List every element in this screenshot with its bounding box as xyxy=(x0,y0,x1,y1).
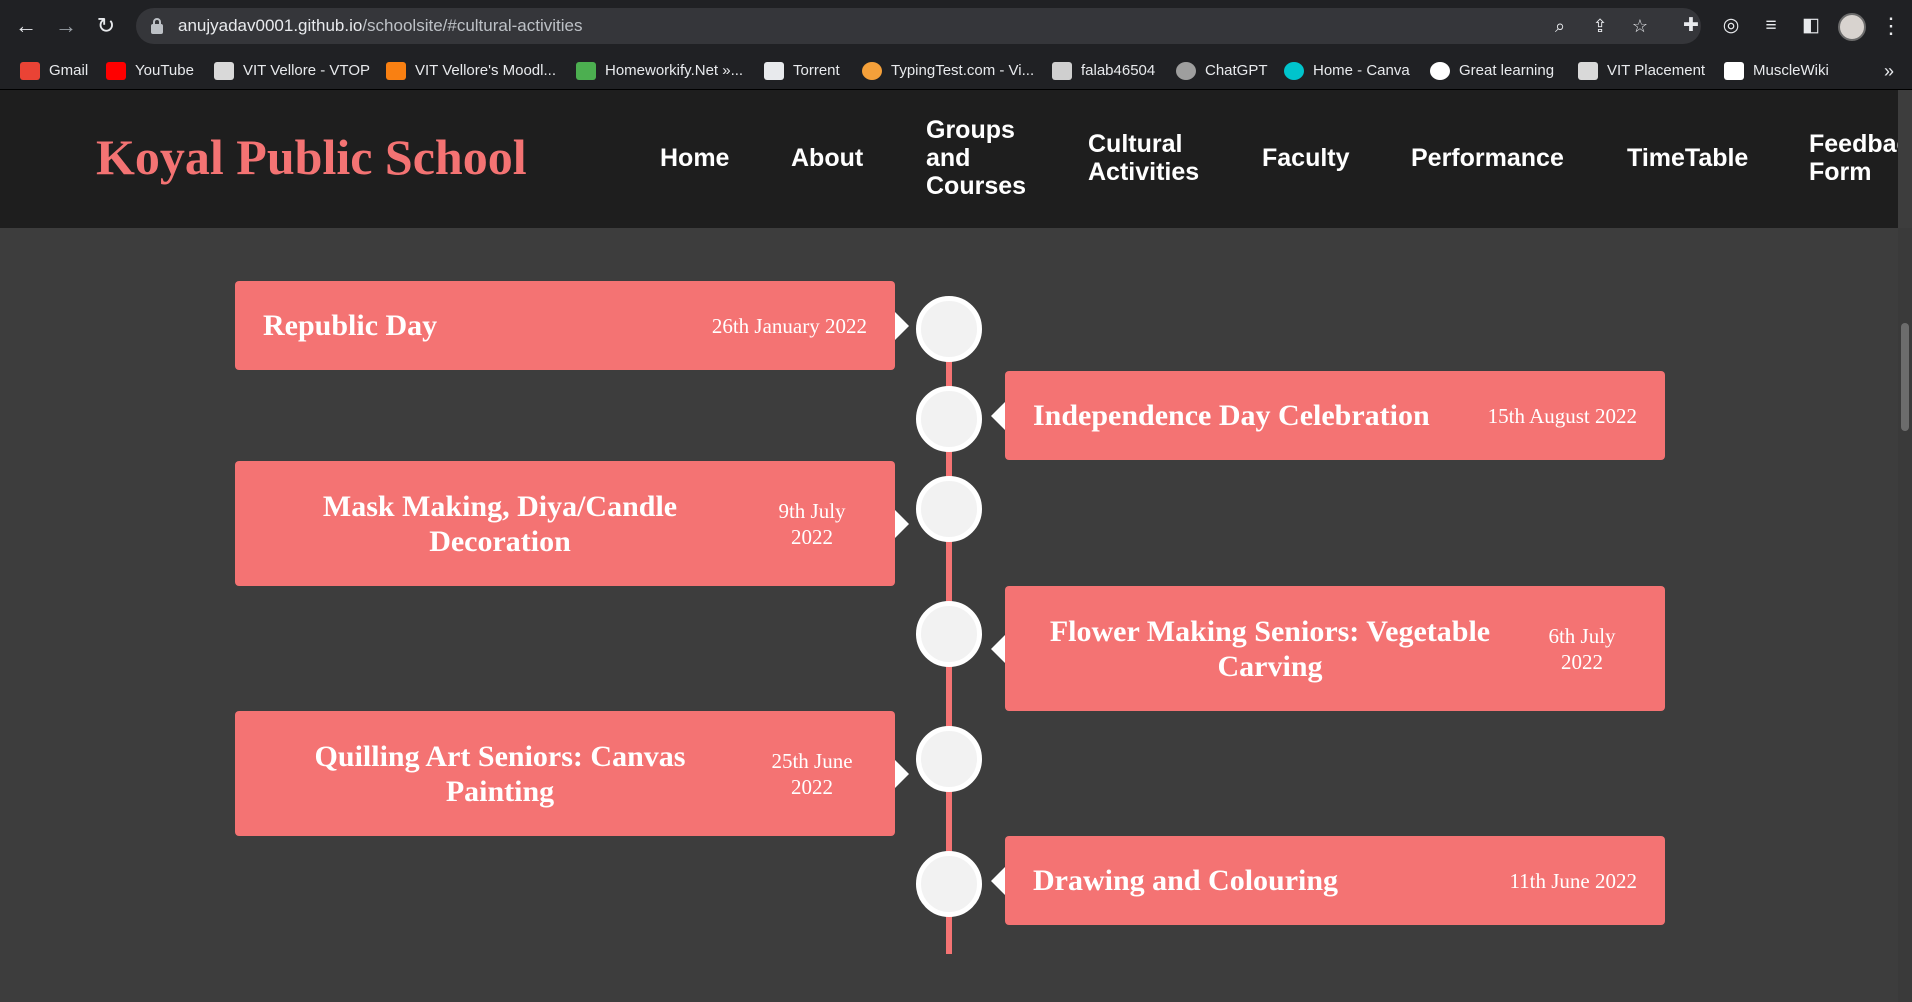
url-host: anujyadav0001.github.io xyxy=(178,16,363,35)
event-title: Drawing and Colouring xyxy=(1033,864,1339,897)
moodle-icon xyxy=(386,62,406,80)
bookmark-torrent[interactable]: Torrent xyxy=(764,52,840,90)
bookmark-gmail[interactable]: Gmail xyxy=(20,52,88,90)
extension-icon[interactable]: ◎ xyxy=(1718,13,1744,39)
event-date: 6th July 2022 xyxy=(1548,623,1616,674)
nav-faculty[interactable]: Faculty xyxy=(1262,144,1350,172)
bookmark-vit-placement[interactable]: VIT Placement xyxy=(1578,52,1705,90)
nav-about[interactable]: About xyxy=(791,144,863,172)
document-icon xyxy=(1052,62,1072,80)
bookmark-homeworkify[interactable]: Homeworkify.Net »... xyxy=(576,52,743,90)
bookmark-canva[interactable]: Home - Canva xyxy=(1284,52,1410,90)
card-pointer xyxy=(991,866,1005,895)
timeline-card: Republic Day 26th January 2022 xyxy=(235,281,909,370)
side-panel-icon[interactable]: ◧ xyxy=(1798,13,1824,39)
timeline-card: Independence Day Celebration 15th August… xyxy=(991,371,1665,460)
timeline-node xyxy=(916,296,982,362)
reload-icon[interactable]: ↻ xyxy=(92,12,120,40)
event-title: Republic Day xyxy=(263,309,438,342)
musclewiki-icon xyxy=(1724,62,1744,80)
timeline-node xyxy=(916,851,982,917)
back-arrow-icon[interactable]: ← xyxy=(12,12,40,40)
event-date: 25th June 2022 xyxy=(771,748,853,799)
nav-feedback-form[interactable]: Feedback Form xyxy=(1809,130,1898,186)
event-date: 15th August 2022 xyxy=(1487,403,1637,428)
forward-arrow-icon[interactable]: → xyxy=(52,12,80,40)
timeline-node xyxy=(916,476,982,542)
card-pointer xyxy=(991,401,1005,430)
typingtest-icon xyxy=(862,62,882,80)
bookmark-vtop[interactable]: VIT Vellore - VTOP xyxy=(214,52,370,90)
google-icon xyxy=(1430,62,1450,80)
address-bar[interactable]: anujyadav0001.github.io/schoolsite/#cult… xyxy=(136,8,1701,44)
extensions-puzzle-icon[interactable]: ✚ xyxy=(1678,13,1704,39)
scrollbar-thumb[interactable] xyxy=(1901,323,1909,431)
bookmark-great-learning[interactable]: Great learning xyxy=(1430,52,1554,90)
bookmark-youtube[interactable]: YouTube xyxy=(106,52,194,90)
event-date: 26th January 2022 xyxy=(711,313,867,338)
bookmark-chatgpt[interactable]: ChatGPT xyxy=(1176,52,1268,90)
torrent-icon xyxy=(764,62,784,80)
bookmarks-overflow-icon[interactable]: » xyxy=(1884,52,1894,90)
url-path: /schoolsite/#cultural-activities xyxy=(362,16,583,35)
timeline-card: Quilling Art Seniors: Canvas Painting 25… xyxy=(235,711,909,836)
timeline-card: Flower Making Seniors: Vegetable Carving… xyxy=(991,586,1665,711)
zoom-icon[interactable]: ⌕ xyxy=(1548,14,1572,38)
homeworkify-icon xyxy=(576,62,596,80)
site-header: Koyal Public School Home About Groups an… xyxy=(0,90,1898,228)
canva-icon xyxy=(1284,62,1304,80)
nav-performance[interactable]: Performance xyxy=(1411,144,1564,172)
event-title: Mask Making, Diya/Candle Decoration xyxy=(322,489,678,558)
timeline-node xyxy=(916,386,982,452)
youtube-icon xyxy=(106,62,126,80)
nav-groups-and-courses[interactable]: Groups and Courses xyxy=(926,116,1046,200)
bookmark-musclewiki[interactable]: MuscleWiki xyxy=(1724,52,1829,90)
bookmark-falab[interactable]: falab46504 xyxy=(1052,52,1155,90)
lock-icon xyxy=(151,18,163,34)
gmail-icon xyxy=(20,62,40,80)
event-date: 9th July 2022 xyxy=(778,498,846,549)
chatgpt-icon xyxy=(1176,62,1196,80)
card-pointer xyxy=(895,509,909,538)
timeline-node xyxy=(916,601,982,667)
timeline-card: Mask Making, Diya/Candle Decoration 9th … xyxy=(235,461,909,586)
site-logo[interactable]: Koyal Public School xyxy=(96,128,527,186)
profile-avatar[interactable] xyxy=(1838,13,1866,41)
browser-toolbar: ← → ↻ anujyadav0001.github.io/schoolsite… xyxy=(0,0,1912,52)
card-pointer xyxy=(895,759,909,788)
nav-cultural-activities[interactable]: Cultural Activities xyxy=(1088,130,1238,186)
bookmarks-bar: Gmail YouTube VIT Vellore - VTOP VIT Vel… xyxy=(0,52,1912,90)
card-pointer xyxy=(991,634,1005,663)
bookmark-moodle[interactable]: VIT Vellore's Moodl... xyxy=(386,52,556,90)
url-text: anujyadav0001.github.io/schoolsite/#cult… xyxy=(178,8,582,44)
nav-timetable[interactable]: TimeTable xyxy=(1627,144,1748,172)
bookmark-typingtest[interactable]: TypingTest.com - Vi... xyxy=(862,52,1034,90)
event-title: Quilling Art Seniors: Canvas Painting xyxy=(314,739,686,808)
vtop-icon xyxy=(214,62,234,80)
event-title: Flower Making Seniors: Vegetable Carving xyxy=(1049,614,1491,683)
menu-kebab-icon[interactable]: ⋮ xyxy=(1880,12,1902,40)
bookmark-star-icon[interactable]: ☆ xyxy=(1628,14,1652,38)
reading-list-icon[interactable]: ≡ xyxy=(1758,13,1784,39)
event-title: Independence Day Celebration xyxy=(1033,399,1430,432)
timeline-node xyxy=(916,726,982,792)
timeline-card: Drawing and Colouring 11th June 2022 xyxy=(991,836,1665,925)
nav-home[interactable]: Home xyxy=(660,144,729,172)
card-pointer xyxy=(895,311,909,340)
vit-placement-icon xyxy=(1578,62,1598,80)
event-date: 11th June 2022 xyxy=(1509,868,1637,893)
share-icon[interactable]: ⇪ xyxy=(1588,14,1612,38)
page-scrollbar[interactable] xyxy=(1898,228,1912,1002)
